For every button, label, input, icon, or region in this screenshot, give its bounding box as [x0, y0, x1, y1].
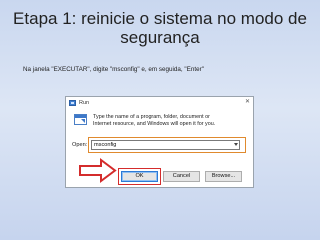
cancel-button[interactable]: Cancel	[163, 171, 200, 182]
open-input-value: msconfig	[94, 142, 117, 148]
ok-button[interactable]: OK	[121, 171, 158, 182]
browse-button[interactable]: Browse...	[205, 171, 242, 182]
slide-title-line1: Etapa 1: reinicie o sistema no modo de	[13, 9, 307, 28]
run-dialog-titlebar[interactable]: Run ✕	[66, 97, 253, 108]
dropdown-arrow-icon[interactable]	[234, 143, 238, 146]
run-description-line2: Internet resource, and Windows will open…	[93, 121, 216, 127]
open-input[interactable]: msconfig	[91, 140, 240, 150]
run-program-icon	[74, 114, 87, 125]
slide-instruction: Na janela "EXECUTAR", digite "msconfig" …	[23, 66, 204, 73]
open-label: Open:	[72, 142, 88, 148]
close-icon[interactable]: ✕	[245, 98, 250, 105]
run-description-line1: Type the name of a program, folder, docu…	[93, 114, 210, 120]
run-icon	[69, 99, 76, 106]
run-dialog-title: Run	[79, 99, 90, 106]
slide-title-line2: segurança	[120, 28, 200, 47]
run-description: Type the name of a program, folder, docu…	[93, 114, 243, 128]
arrow-icon	[79, 158, 117, 183]
arrow-shape	[79, 158, 117, 183]
slide-title: Etapa 1: reinicie o sistema no modo de s…	[8, 9, 312, 47]
